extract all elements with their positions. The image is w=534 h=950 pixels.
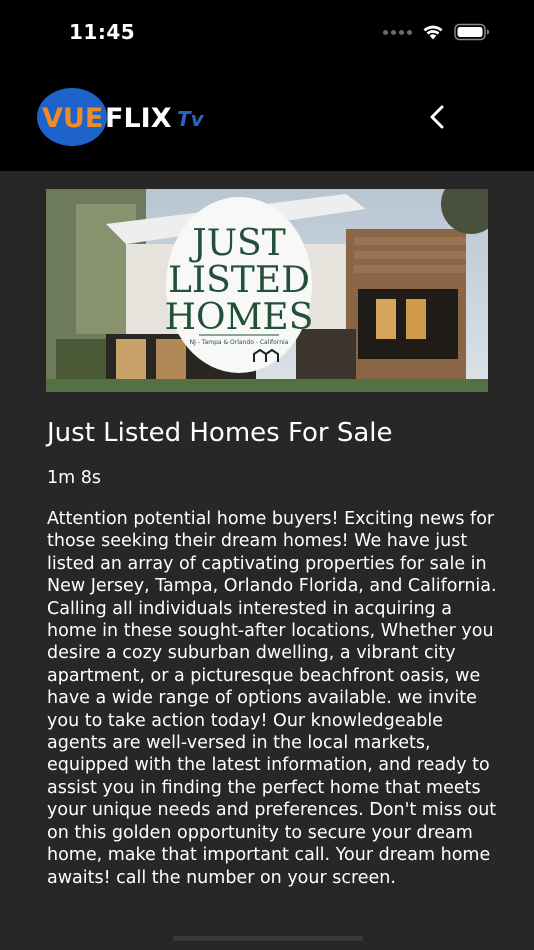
battery-icon [454, 23, 489, 41]
svg-text:FLIX: FLIX [105, 103, 172, 134]
video-description: Attention potential home buyers! Excitin… [47, 509, 497, 888]
home-indicator[interactable] [173, 936, 363, 941]
cellular-signal-icon [383, 29, 412, 35]
status-bar: 11:45 [0, 0, 534, 60]
app-header: VUE FLIX Tv [0, 60, 534, 171]
hero-line-2: LISTED [168, 260, 310, 301]
status-time: 11:45 [69, 20, 136, 44]
video-title: Just Listed Homes For Sale [47, 418, 393, 448]
status-icons [383, 23, 490, 41]
svg-text:VUE: VUE [42, 103, 103, 134]
svg-text:Tv: Tv [177, 107, 205, 131]
vueflix-tv-logo[interactable]: VUE FLIX Tv [36, 86, 218, 148]
back-button[interactable] [420, 100, 454, 134]
wifi-icon [423, 25, 443, 40]
chevron-left-icon [430, 105, 444, 129]
video-duration: 1m 8s [47, 468, 101, 488]
thumbnail-image: JUST LISTED HOMES NJ - Tampa & Orlando -… [46, 189, 488, 392]
hero-line-3: HOMES [165, 297, 314, 338]
hero-line-1: JUST [188, 223, 285, 264]
hero-subtitle: NJ - Tampa & Orlando - California [190, 339, 289, 346]
video-detail-content: JUST LISTED HOMES NJ - Tampa & Orlando -… [0, 171, 534, 950]
video-thumbnail[interactable]: JUST LISTED HOMES NJ - Tampa & Orlando -… [46, 189, 488, 392]
